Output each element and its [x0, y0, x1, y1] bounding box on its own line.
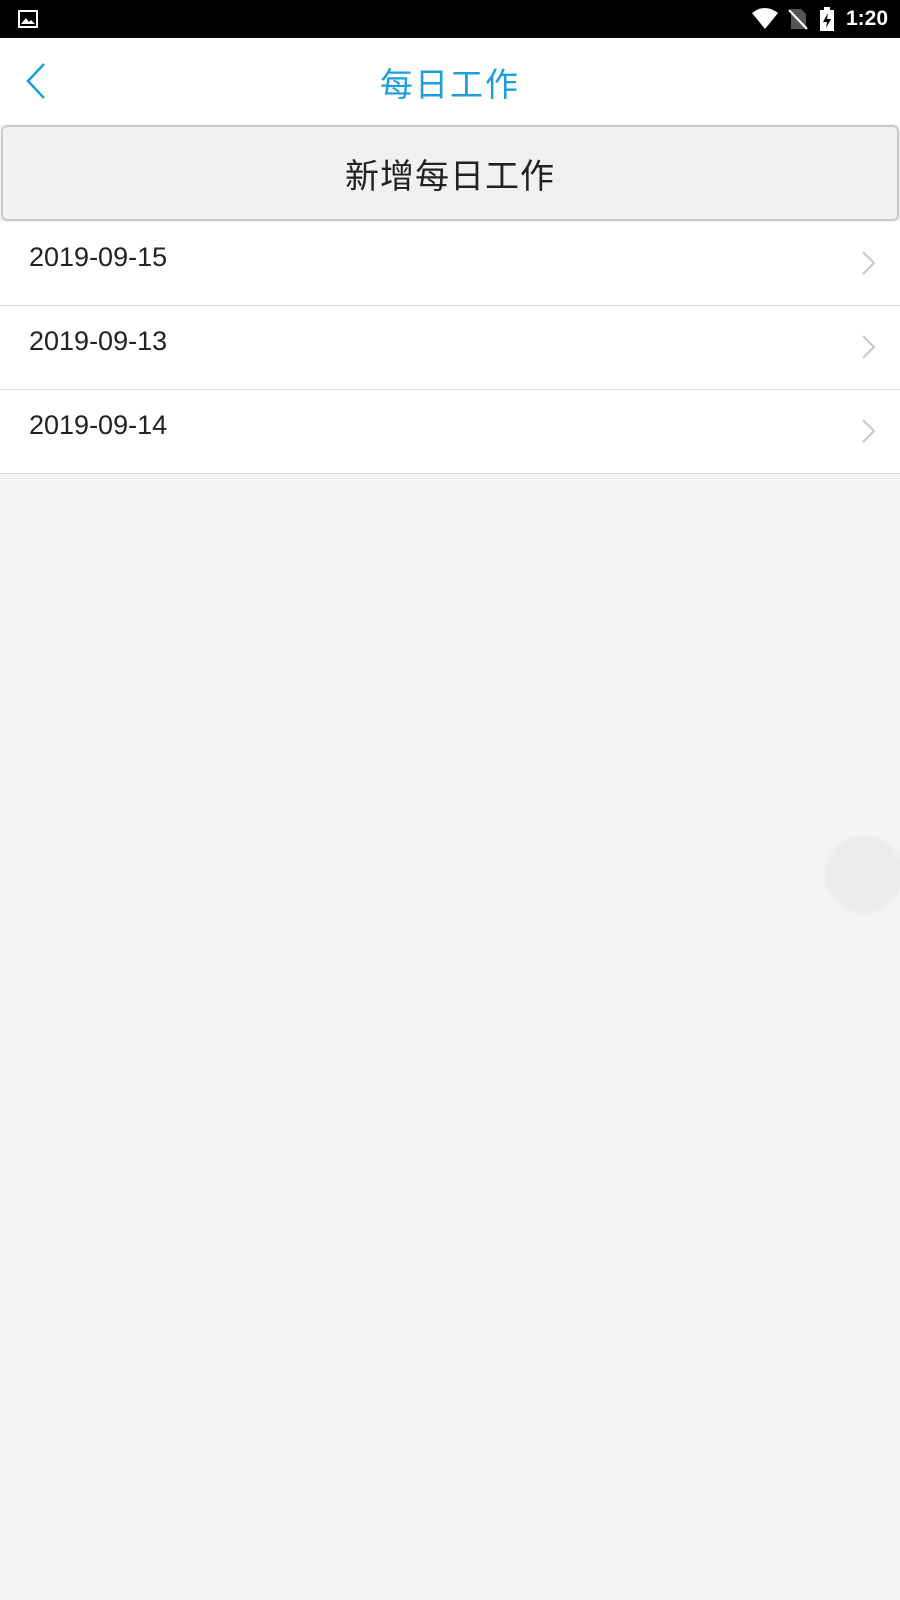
item-date: 2019-09-15 [29, 242, 168, 272]
chevron-right-icon [862, 419, 876, 443]
item-date: 2019-09-14 [29, 410, 168, 440]
status-time: 1:20 [846, 7, 889, 30]
status-bar: 1:20 [0, 0, 900, 38]
list-item[interactable]: 2019-09-15 [0, 222, 900, 306]
page-title: 每日工作 [380, 65, 520, 104]
list-item[interactable]: 2019-09-13 [0, 306, 900, 390]
battery-charging-icon [820, 7, 834, 31]
daily-work-list: 2019-09-15 2019-09-13 2019-09-14 [0, 222, 900, 474]
list-item[interactable]: 2019-09-14 [0, 390, 900, 474]
top-bar: 每日工作 [0, 38, 900, 124]
gallery-icon [18, 10, 38, 28]
wifi-icon [752, 8, 778, 29]
chevron-right-icon [862, 335, 876, 359]
no-sim-icon [788, 9, 808, 30]
chevron-right-icon [862, 251, 876, 275]
add-daily-work-button[interactable]: 新增每日工作 [1, 125, 899, 221]
floating-assist-button[interactable] [827, 837, 900, 911]
item-date: 2019-09-13 [29, 326, 168, 356]
